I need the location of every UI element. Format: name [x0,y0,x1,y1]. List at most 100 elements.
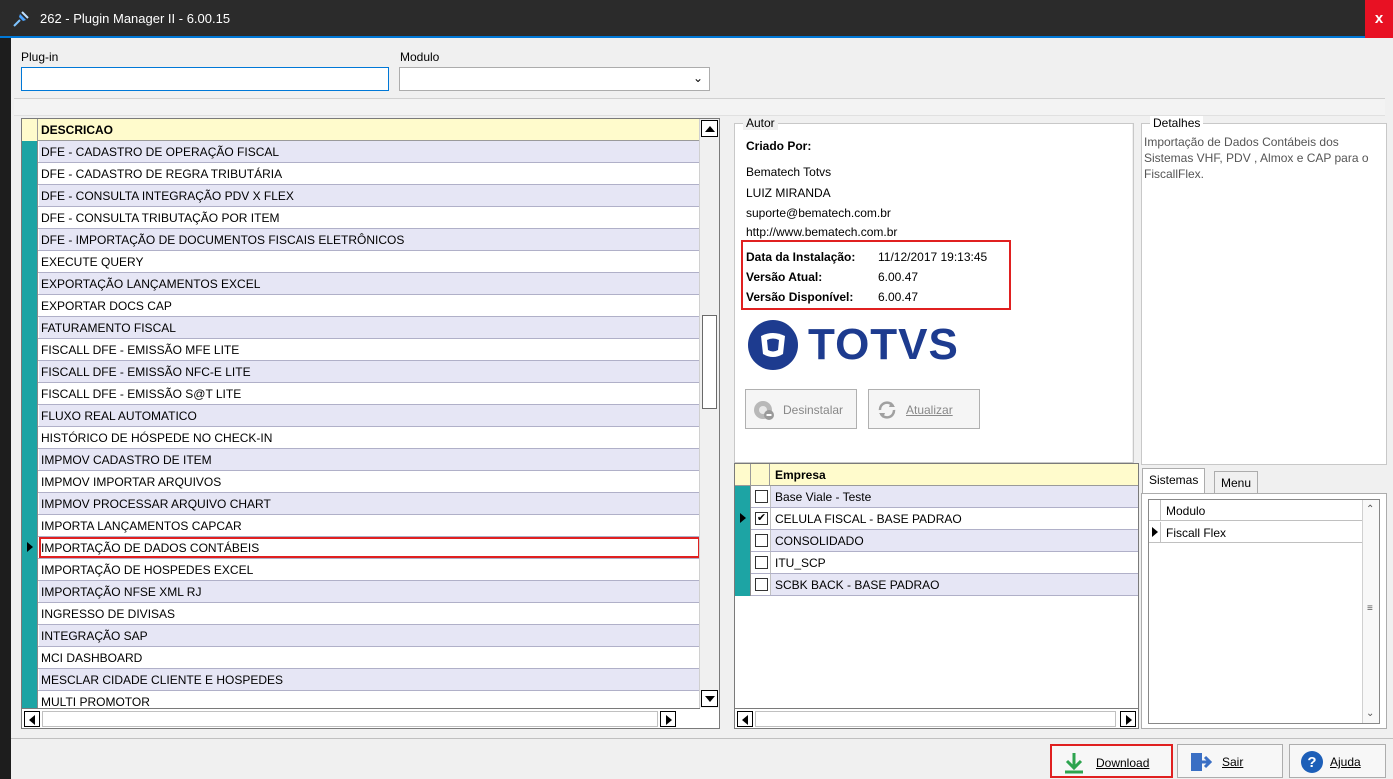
chevron-down-icon[interactable]: ⌄ [1366,708,1374,719]
scroll-down-icon[interactable] [701,690,718,707]
table-row[interactable]: FLUXO REAL AUTOMATICO [22,405,700,427]
empresa-name: SCBK BACK - BASE PADRAO [771,574,1138,595]
detalhes-text: Importação de Dados Contábeis dos Sistem… [1144,135,1369,181]
table-row[interactable]: ✔ CELULA FISCAL - BASE PADRAO [735,508,1138,530]
descricao-cell: IMPORTAÇÃO NFSE XML RJ [39,581,700,602]
grid-vertical-scrollbar[interactable] [699,119,719,708]
table-row[interactable]: DFE - CADASTRO DE REGRA TRIBUTÁRIA [22,163,700,185]
row-indicator [22,603,38,625]
scroll-right-icon[interactable] [1120,711,1136,727]
grid-horizontal-scrollbar[interactable] [22,708,700,728]
empresa-header-indicator [735,464,751,486]
descricao-cell: FISCALL DFE - EMISSÃO NFC-E LITE [39,361,700,382]
row-indicator [22,515,38,537]
table-row[interactable]: INGRESSO DE DIVISAS [22,603,700,625]
title-bar: 262 - Plugin Manager II - 6.00.15 x [0,0,1393,38]
table-row[interactable]: HISTÓRICO DE HÓSPEDE NO CHECK-IN [22,427,700,449]
table-row[interactable]: IMPORTAÇÃO NFSE XML RJ [22,581,700,603]
row-indicator [735,552,751,574]
empresa-checkbox[interactable]: ✔ [755,512,768,525]
table-row[interactable]: FISCALL DFE - EMISSÃO NFC-E LITE [22,361,700,383]
row-indicator [735,486,751,508]
ajuda-button[interactable]: ? Ajuda [1289,744,1386,778]
table-row[interactable]: CONSOLIDADO [735,530,1138,552]
table-row[interactable]: IMPMOV CADASTRO DE ITEM [22,449,700,471]
table-row[interactable]: EXECUTE QUERY [22,251,700,273]
row-indicator [735,508,751,530]
author-email: suporte@bematech.com.br [746,206,891,220]
table-row[interactable]: MCI DASHBOARD [22,647,700,669]
row-pointer-icon [1149,522,1161,543]
scroll-track[interactable] [42,711,658,727]
install-info-highlight [741,240,1011,310]
scroll-grip-icon[interactable]: ≡ [1367,603,1373,614]
download-button[interactable]: Download [1050,744,1173,778]
atualizar-button[interactable]: Atualizar [868,389,980,429]
tab-sistemas[interactable]: Sistemas [1142,468,1206,494]
table-row[interactable]: SCBK BACK - BASE PADRAO [735,574,1138,596]
scroll-right-icon[interactable] [660,711,676,727]
table-row[interactable]: IMPORTAÇÃO DE DADOS CONTÁBEIS [22,537,700,559]
row-indicator [22,185,38,207]
table-row[interactable]: INTEGRAÇÃO SAP [22,625,700,647]
empresa-checkbox[interactable] [755,534,768,547]
table-row[interactable]: FATURAMENTO FISCAL [22,317,700,339]
empresa-checkbox[interactable] [755,556,768,569]
close-button[interactable]: x [1365,0,1393,38]
plugin-label: Plug-in [21,50,59,64]
table-row[interactable]: FISCALL DFE - EMISSÃO S@T LITE [22,383,700,405]
modulo-vertical-scrollbar[interactable]: ⌃ ≡ ⌄ [1362,500,1379,723]
table-row[interactable]: DFE - IMPORTAÇÃO DE DOCUMENTOS FISCAIS E… [22,229,700,251]
row-indicator [22,669,38,691]
row-indicator [22,141,38,163]
empresa-checkbox[interactable] [755,578,768,591]
table-row[interactable]: ITU_SCP [735,552,1138,574]
filters-bar: Plug-in Modulo ⌄ [11,38,1393,98]
scroll-left-icon[interactable] [24,711,40,727]
scroll-left-icon[interactable] [737,711,753,727]
uninstall-icon [754,401,774,420]
modulo-header-label[interactable]: Modulo [1166,504,1205,518]
table-row[interactable]: MESCLAR CIDADE CLIENTE E HOSPEDES [22,669,700,691]
modulo-grid: Modulo Fiscall Flex ⌃ ≡ ⌄ [1148,499,1380,724]
desinstalar-button[interactable]: Desinstalar [745,389,857,429]
svg-text:?: ? [1307,754,1316,771]
download-arrow-icon [1065,753,1083,774]
scroll-track[interactable] [755,711,1116,727]
grid-header-descricao[interactable]: DESCRICAO [41,123,113,137]
criado-por-label: Criado Por: [746,139,812,153]
empresa-header-label[interactable]: Empresa [775,468,826,482]
row-indicator [22,493,38,515]
table-row[interactable]: EXPORTAR DOCS CAP [22,295,700,317]
table-row[interactable]: DFE - CONSULTA INTEGRAÇÃO PDV X FLEX [22,185,700,207]
descricao-cell: IMPORTAÇÃO DE HOSPEDES EXCEL [39,559,700,580]
chevron-up-icon[interactable]: ⌃ [1366,504,1374,515]
empresa-header-check [752,464,770,486]
descricao-cell: IMPORTA LANÇAMENTOS CAPCAR [39,515,700,536]
descricao-cell: EXECUTE QUERY [39,251,700,272]
plugin-input[interactable] [21,67,389,91]
modulo-select[interactable]: ⌄ [399,67,710,91]
table-row[interactable]: IMPMOV PROCESSAR ARQUIVO CHART [22,493,700,515]
table-row[interactable]: EXPORTAÇÃO LANÇAMENTOS EXCEL [22,273,700,295]
table-row[interactable]: Base Viale - Teste [735,486,1138,508]
empresa-grid: Empresa Base Viale - Teste ✔ CELULA FISCAL… [734,463,1139,729]
grid-rows: DFE - CADASTRO DE OPERAÇÃO FISCAL DFE - C… [22,141,700,713]
table-row[interactable]: DFE - CONSULTA TRIBUTAÇÃO POR ITEM [22,207,700,229]
sair-button[interactable]: Sair [1177,744,1283,778]
modulo-header-indicator [1149,500,1161,521]
scroll-thumb[interactable] [702,315,717,409]
empresa-checkbox[interactable] [755,490,768,503]
empresa-horizontal-scrollbar[interactable] [735,708,1138,728]
tab-menu[interactable]: Menu [1214,471,1259,493]
author-person: LUIZ MIRANDA [746,186,831,200]
row-indicator [22,559,38,581]
ajuda-label: Ajuda [1330,755,1361,769]
table-row[interactable]: DFE - CADASTRO DE OPERAÇÃO FISCAL [22,141,700,163]
table-row[interactable]: IMPORTA LANÇAMENTOS CAPCAR [22,515,700,537]
table-row[interactable]: Fiscall Flex [1149,522,1363,543]
table-row[interactable]: IMPORTAÇÃO DE HOSPEDES EXCEL [22,559,700,581]
table-row[interactable]: IMPMOV IMPORTAR ARQUIVOS [22,471,700,493]
table-row[interactable]: FISCALL DFE - EMISSÃO MFE LITE [22,339,700,361]
scroll-up-icon[interactable] [701,120,718,137]
